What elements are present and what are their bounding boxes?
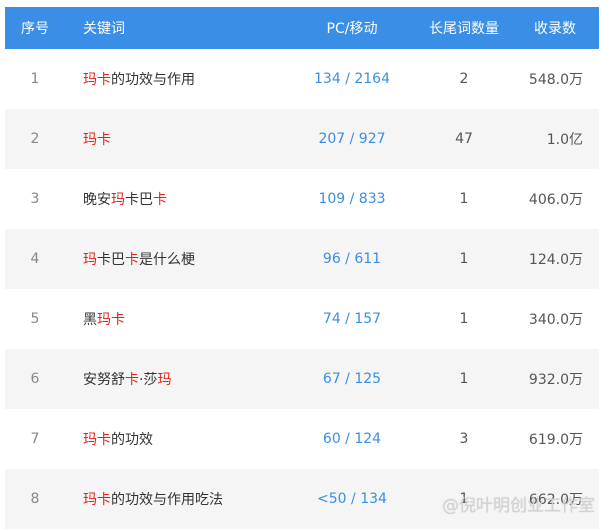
row-pc-mobile-link[interactable]: 96 / 611 [287, 251, 417, 267]
keyword-highlight: 玛卡 [83, 432, 111, 448]
table-row: 6 安努舒卡·莎玛 67 / 125 1 932.0万 [5, 349, 599, 409]
row-long-tail: 1 [459, 251, 469, 267]
row-keyword[interactable]: 玛卡巴卡是什么梗 [65, 249, 287, 269]
keyword-text: ·莎 [139, 372, 158, 388]
keyword-highlight: 卡 [153, 192, 167, 208]
keyword-text: 的功效与作用吃法 [111, 492, 223, 508]
row-long-tail: 3 [459, 431, 469, 447]
row-num: 2 [30, 131, 40, 147]
row-indexed: 124.0万 [528, 252, 583, 268]
keyword-text: 卡巴 [97, 252, 125, 268]
row-num: 4 [30, 251, 40, 267]
row-num: 3 [30, 191, 40, 207]
keyword-highlight: 卡 [125, 252, 139, 268]
keyword-highlight: 玛 [157, 372, 172, 388]
keyword-highlight: 玛卡 [83, 492, 111, 508]
keyword-text: 黑 [83, 312, 97, 328]
row-long-tail: 47 [455, 131, 473, 147]
row-long-tail: 1 [459, 311, 469, 327]
keyword-highlight: 玛 [83, 252, 97, 268]
keyword-highlight: 玛 [111, 192, 125, 208]
row-num: 1 [30, 71, 40, 87]
row-keyword[interactable]: 玛卡 [65, 129, 287, 149]
table-row: 8 玛卡的功效与作用吃法 <50 / 134 1 662.0万 [5, 469, 599, 529]
table-row: 3 晚安玛卡巴卡 109 / 833 1 406.0万 [5, 169, 599, 229]
keyword-text: 的功效与作用 [111, 72, 195, 88]
header-num[interactable]: 序号 [5, 18, 65, 38]
row-pc-mobile-link[interactable]: 67 / 125 [287, 371, 417, 387]
table-row: 5 黑玛卡 74 / 157 1 340.0万 [5, 289, 599, 349]
keyword-text: 晚安 [83, 192, 111, 208]
header-indexed[interactable]: 收录数 [511, 18, 599, 38]
keyword-highlight: 卡 [125, 372, 139, 388]
row-indexed: 662.0万 [528, 492, 583, 508]
row-indexed: 406.0万 [528, 192, 583, 208]
row-pc-mobile-link[interactable]: 109 / 833 [287, 191, 417, 207]
table-row: 1 玛卡的功效与作用 134 / 2164 2 548.0万 [5, 49, 599, 109]
row-keyword[interactable]: 玛卡的功效与作用 [65, 69, 287, 89]
keyword-text: 卡巴 [125, 192, 153, 208]
row-num: 5 [30, 311, 40, 327]
table-body: 1 玛卡的功效与作用 134 / 2164 2 548.0万 2 玛卡 207 / 927 47… [5, 49, 599, 529]
row-keyword[interactable]: 玛卡的功效与作用吃法 [65, 489, 287, 509]
row-pc-mobile-link[interactable]: 74 / 157 [287, 311, 417, 327]
keyword-text: 是什么梗 [139, 252, 195, 268]
row-keyword[interactable]: 玛卡的功效 [65, 429, 287, 449]
row-num: 6 [30, 371, 40, 387]
keyword-highlight: 玛卡 [97, 312, 125, 328]
row-long-tail: 1 [459, 491, 469, 507]
row-indexed: 932.0万 [528, 372, 583, 388]
table-row: 7 玛卡的功效 60 / 124 3 619.0万 [5, 409, 599, 469]
row-num: 8 [30, 491, 40, 507]
keyword-highlight: 玛卡 [83, 132, 111, 148]
table-header: 序号 关键词 PC/移动 长尾词数量 收录数 [5, 7, 599, 49]
row-pc-mobile-link[interactable]: 134 / 2164 [287, 71, 417, 87]
row-indexed: 340.0万 [528, 312, 583, 328]
row-pc-mobile-link[interactable]: 207 / 927 [287, 131, 417, 147]
row-num: 7 [30, 431, 40, 447]
row-pc-mobile-link[interactable]: <50 / 134 [287, 491, 417, 507]
table-row: 2 玛卡 207 / 927 47 1.0亿 [5, 109, 599, 169]
row-keyword[interactable]: 晚安玛卡巴卡 [65, 189, 287, 209]
row-pc-mobile-link[interactable]: 60 / 124 [287, 431, 417, 447]
row-long-tail: 1 [459, 191, 469, 207]
row-indexed: 619.0万 [528, 432, 583, 448]
row-keyword[interactable]: 安努舒卡·莎玛 [65, 369, 287, 389]
keyword-text: 的功效 [111, 432, 153, 448]
keyword-table: 序号 关键词 PC/移动 长尾词数量 收录数 1 玛卡的功效与作用 134 / 21… [5, 7, 599, 529]
keyword-text: 安努舒 [83, 372, 125, 388]
table-row: 4 玛卡巴卡是什么梗 96 / 611 1 124.0万 [5, 229, 599, 289]
row-keyword[interactable]: 黑玛卡 [65, 309, 287, 329]
header-long-tail[interactable]: 长尾词数量 [417, 18, 511, 38]
row-indexed: 548.0万 [528, 72, 583, 88]
header-keyword[interactable]: 关键词 [65, 18, 287, 38]
keyword-highlight: 玛卡 [83, 72, 111, 88]
row-indexed: 1.0亿 [546, 132, 583, 148]
header-pc-mobile[interactable]: PC/移动 [287, 18, 417, 38]
row-long-tail: 2 [459, 71, 469, 87]
row-long-tail: 1 [459, 371, 469, 387]
